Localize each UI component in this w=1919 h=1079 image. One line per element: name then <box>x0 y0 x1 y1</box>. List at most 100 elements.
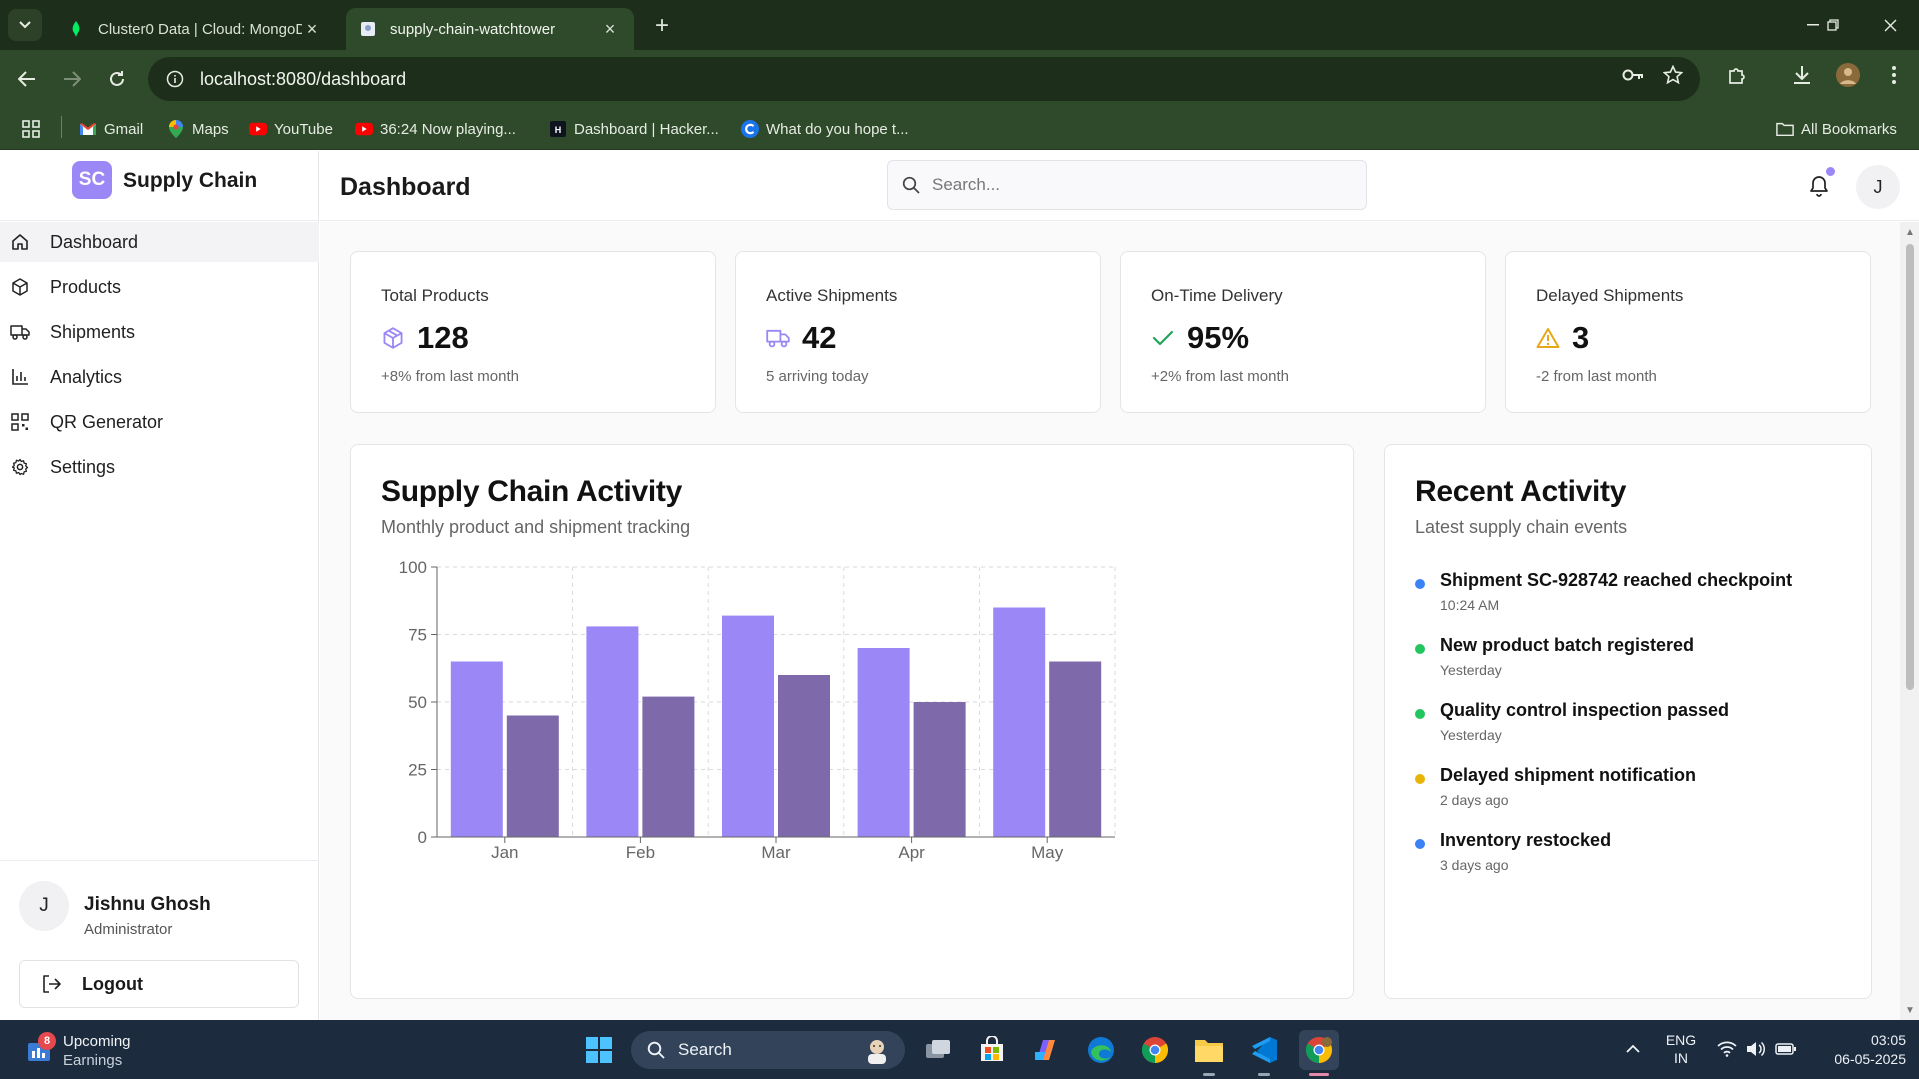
activity-title-text: Quality control inspection passed <box>1440 700 1730 720</box>
close-window-icon[interactable] <box>1870 10 1910 40</box>
chrome-profile-icon[interactable] <box>1299 1030 1339 1070</box>
sidebar-item-settings[interactable]: Settings <box>0 447 319 487</box>
reload-icon[interactable] <box>102 64 132 94</box>
all-bookmarks-button[interactable]: All Bookmarks <box>1776 116 1897 142</box>
download-icon[interactable] <box>1787 60 1817 90</box>
battery-icon[interactable] <box>1775 1038 1797 1060</box>
taskbar-search-label: Search <box>678 1040 732 1059</box>
volume-icon[interactable] <box>1745 1038 1767 1060</box>
close-icon[interactable]: × <box>600 19 620 39</box>
sidebar-item-analytics[interactable]: Analytics <box>0 357 319 397</box>
activity-time: Yesterday <box>1440 727 1502 743</box>
bookmark-star-icon[interactable] <box>1658 60 1688 90</box>
logout-icon <box>42 974 62 994</box>
bookmark-label: Maps <box>192 120 229 138</box>
status-dot <box>1415 709 1425 719</box>
microsoft-store-icon[interactable] <box>972 1030 1012 1070</box>
header-avatar[interactable]: J <box>1856 165 1900 209</box>
browser-tab-strip: Cluster0 Data | Cloud: MongoDB × supply-… <box>0 0 1919 50</box>
system-clock[interactable]: 03:05 06-05-2025 <box>1810 1031 1906 1069</box>
maps-icon <box>167 120 185 138</box>
avatar: J <box>19 881 69 931</box>
task-view-icon[interactable] <box>918 1030 958 1070</box>
tab-mongodb[interactable]: Cluster0 Data | Cloud: MongoDB × <box>54 8 336 50</box>
qr-code-icon <box>10 412 30 432</box>
taskbar-search[interactable]: Search <box>631 1031 905 1069</box>
sidebar-item-shipments[interactable]: Shipments <box>0 312 319 352</box>
user-role: Administrator <box>84 921 173 938</box>
profile-avatar-icon[interactable] <box>1833 60 1863 90</box>
search-highlight-icon <box>861 1035 893 1065</box>
bookmark-now-playing[interactable]: 36:24 Now playing... <box>355 116 516 142</box>
scroll-thumb[interactable] <box>1906 244 1914 690</box>
forward-arrow-icon[interactable] <box>57 64 87 94</box>
bar-feb-series-1 <box>586 626 639 837</box>
status-dot <box>1415 839 1425 849</box>
tab-title: Cluster0 Data | Cloud: MongoDB <box>98 20 302 38</box>
activity-item: New product batch registered Yesterday <box>1415 635 1855 685</box>
activity-title-text: Delayed shipment notification <box>1440 765 1697 785</box>
main-content: Total Products 128 +8% from last month A… <box>320 222 1900 1020</box>
sidebar-item-qr-generator[interactable]: QR Generator <box>0 402 319 442</box>
notifications-bell-icon[interactable] <box>1806 173 1832 199</box>
bookmark-maps[interactable]: Maps <box>167 116 229 142</box>
activity-title: Recent Activity <box>1415 475 1627 508</box>
copilot-icon[interactable] <box>1026 1030 1066 1070</box>
bookmark-gmail[interactable]: Gmail <box>79 116 143 142</box>
stat-card-total-products: Total Products 128 +8% from last month <box>350 251 716 413</box>
restore-icon[interactable] <box>1813 10 1853 40</box>
apps-grid-icon[interactable] <box>22 116 40 142</box>
widget-line1: Upcoming <box>63 1033 131 1050</box>
scroll-down-arrow-icon[interactable]: ▼ <box>1904 1004 1916 1016</box>
chevron-up-icon[interactable] <box>1622 1038 1644 1060</box>
tab-search-menu-button[interactable] <box>8 9 42 41</box>
new-tab-button[interactable]: + <box>648 12 676 40</box>
sidebar-item-label: QR Generator <box>50 411 164 432</box>
bookmark-youtube[interactable]: YouTube <box>249 116 333 142</box>
sidebar: SC Supply Chain Dashboard Products Shipm… <box>0 151 319 1020</box>
back-arrow-icon[interactable] <box>12 64 42 94</box>
top-header: Dashboard J <box>320 151 1919 221</box>
user-name: Jishnu Ghosh <box>84 894 211 915</box>
chrome-icon[interactable] <box>1135 1030 1175 1070</box>
site-info-icon[interactable] <box>164 68 186 90</box>
home-icon <box>10 232 30 252</box>
stat-value: 3 <box>1572 320 1590 355</box>
browser-menu-icon[interactable] <box>1879 60 1909 90</box>
y-tick-label: 0 <box>418 828 427 847</box>
logout-button[interactable]: Logout <box>19 960 299 1008</box>
search-input[interactable] <box>932 175 1332 195</box>
activity-time: 2 days ago <box>1440 792 1509 808</box>
stat-change: +8% from last month <box>381 368 519 385</box>
tab-title: supply-chain-watchtower <box>390 20 556 38</box>
y-tick-label: 100 <box>399 558 427 577</box>
tab-supply-chain-watchtower[interactable]: supply-chain-watchtower × <box>346 8 634 50</box>
bar-may-series-2 <box>1049 661 1102 837</box>
bookmark-label: What do you hope t... <box>766 120 909 138</box>
sidebar-item-label: Products <box>50 276 122 297</box>
address-bar[interactable]: localhost:8080/dashboard <box>148 57 1700 101</box>
language-indicator[interactable]: ENG IN <box>1664 1031 1698 1067</box>
bar-apr-series-2 <box>913 702 966 837</box>
scroll-up-arrow-icon[interactable]: ▲ <box>1904 226 1916 238</box>
edge-icon[interactable] <box>1081 1030 1121 1070</box>
sidebar-item-dashboard[interactable]: Dashboard <box>0 222 319 262</box>
stat-card-on-time-delivery: On-Time Delivery 95% +2% from last month <box>1120 251 1486 413</box>
windows-start-icon[interactable] <box>579 1030 619 1070</box>
vscode-icon[interactable] <box>1244 1030 1284 1070</box>
stat-value: 128 <box>417 320 469 355</box>
widgets-earnings[interactable]: 8 Upcoming Earnings <box>26 1030 156 1070</box>
sidebar-item-products[interactable]: Products <box>0 267 319 307</box>
bookmark-what-do-you-hope[interactable]: What do you hope t... <box>741 116 909 142</box>
file-explorer-icon[interactable] <box>1189 1030 1229 1070</box>
password-key-icon[interactable] <box>1618 60 1648 90</box>
sidebar-item-label: Shipments <box>50 321 136 342</box>
extensions-puzzle-icon[interactable] <box>1722 60 1752 90</box>
bookmark-hackerrank[interactable]: H Dashboard | Hacker... <box>549 116 719 142</box>
bookmark-label: All Bookmarks <box>1801 120 1897 138</box>
wifi-icon[interactable] <box>1716 1038 1738 1060</box>
widget-line2: Earnings <box>63 1052 123 1069</box>
page-scrollbar[interactable]: ▲ ▼ <box>1900 222 1919 1020</box>
close-icon[interactable]: × <box>302 19 322 39</box>
bookmark-label: Gmail <box>104 120 144 138</box>
